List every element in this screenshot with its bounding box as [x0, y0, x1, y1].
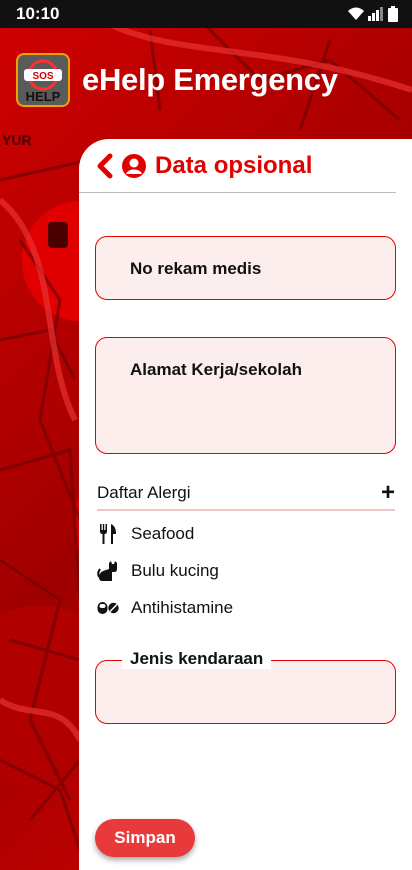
panel-header: Data opsional — [79, 139, 396, 193]
work-address-field[interactable]: Alamat Kerja/sekolah — [95, 337, 396, 454]
allergy-list-header: Daftar Alergi + — [97, 481, 395, 511]
svg-text:SOS: SOS — [32, 71, 53, 82]
cat-icon — [97, 560, 119, 582]
add-allergy-button[interactable]: + — [381, 481, 395, 505]
allergy-item[interactable]: Bulu kucing — [97, 560, 219, 582]
vehicle-type-field[interactable]: Jenis kendaraan — [95, 649, 396, 724]
allergy-item-label: Bulu kucing — [131, 561, 219, 580]
pills-icon — [97, 597, 119, 619]
panel-title: Data opsional — [155, 151, 313, 179]
map-street-label: YUR — [2, 132, 32, 148]
optional-data-panel: Data opsional No rekam medis Alamat Kerj… — [79, 139, 412, 870]
medical-record-label: No rekam medis — [130, 259, 262, 278]
allergy-list-title: Daftar Alergi — [97, 483, 191, 502]
allergy-item-label: Seafood — [131, 524, 195, 543]
status-time: 10:10 — [16, 4, 60, 23]
wifi-icon — [348, 7, 364, 20]
vehicle-type-label: Jenis kendaraan — [122, 649, 272, 669]
sos-help-logo-icon: SOS HELP — [24, 59, 62, 104]
back-chevron-icon[interactable] — [95, 153, 113, 179]
app-logo: SOS HELP — [16, 53, 70, 107]
utensils-icon — [97, 523, 119, 545]
status-icons — [348, 6, 398, 22]
battery-icon — [388, 6, 398, 22]
save-button[interactable]: Simpan — [95, 819, 195, 857]
svg-text:HELP: HELP — [26, 89, 61, 104]
medical-record-field[interactable]: No rekam medis — [95, 236, 396, 300]
app-header: SOS HELP eHelp Emergency — [16, 50, 412, 110]
user-circle-icon — [122, 153, 146, 178]
status-bar: 10:10 — [0, 0, 412, 28]
allergy-item[interactable]: Antihistamine — [97, 597, 233, 619]
allergy-item-label: Antihistamine — [131, 598, 234, 617]
work-address-label: Alamat Kerja/sekolah — [130, 360, 302, 379]
allergy-item[interactable]: Seafood — [97, 523, 194, 545]
app-title: eHelp Emergency — [82, 62, 338, 97]
signal-icon — [368, 7, 383, 21]
